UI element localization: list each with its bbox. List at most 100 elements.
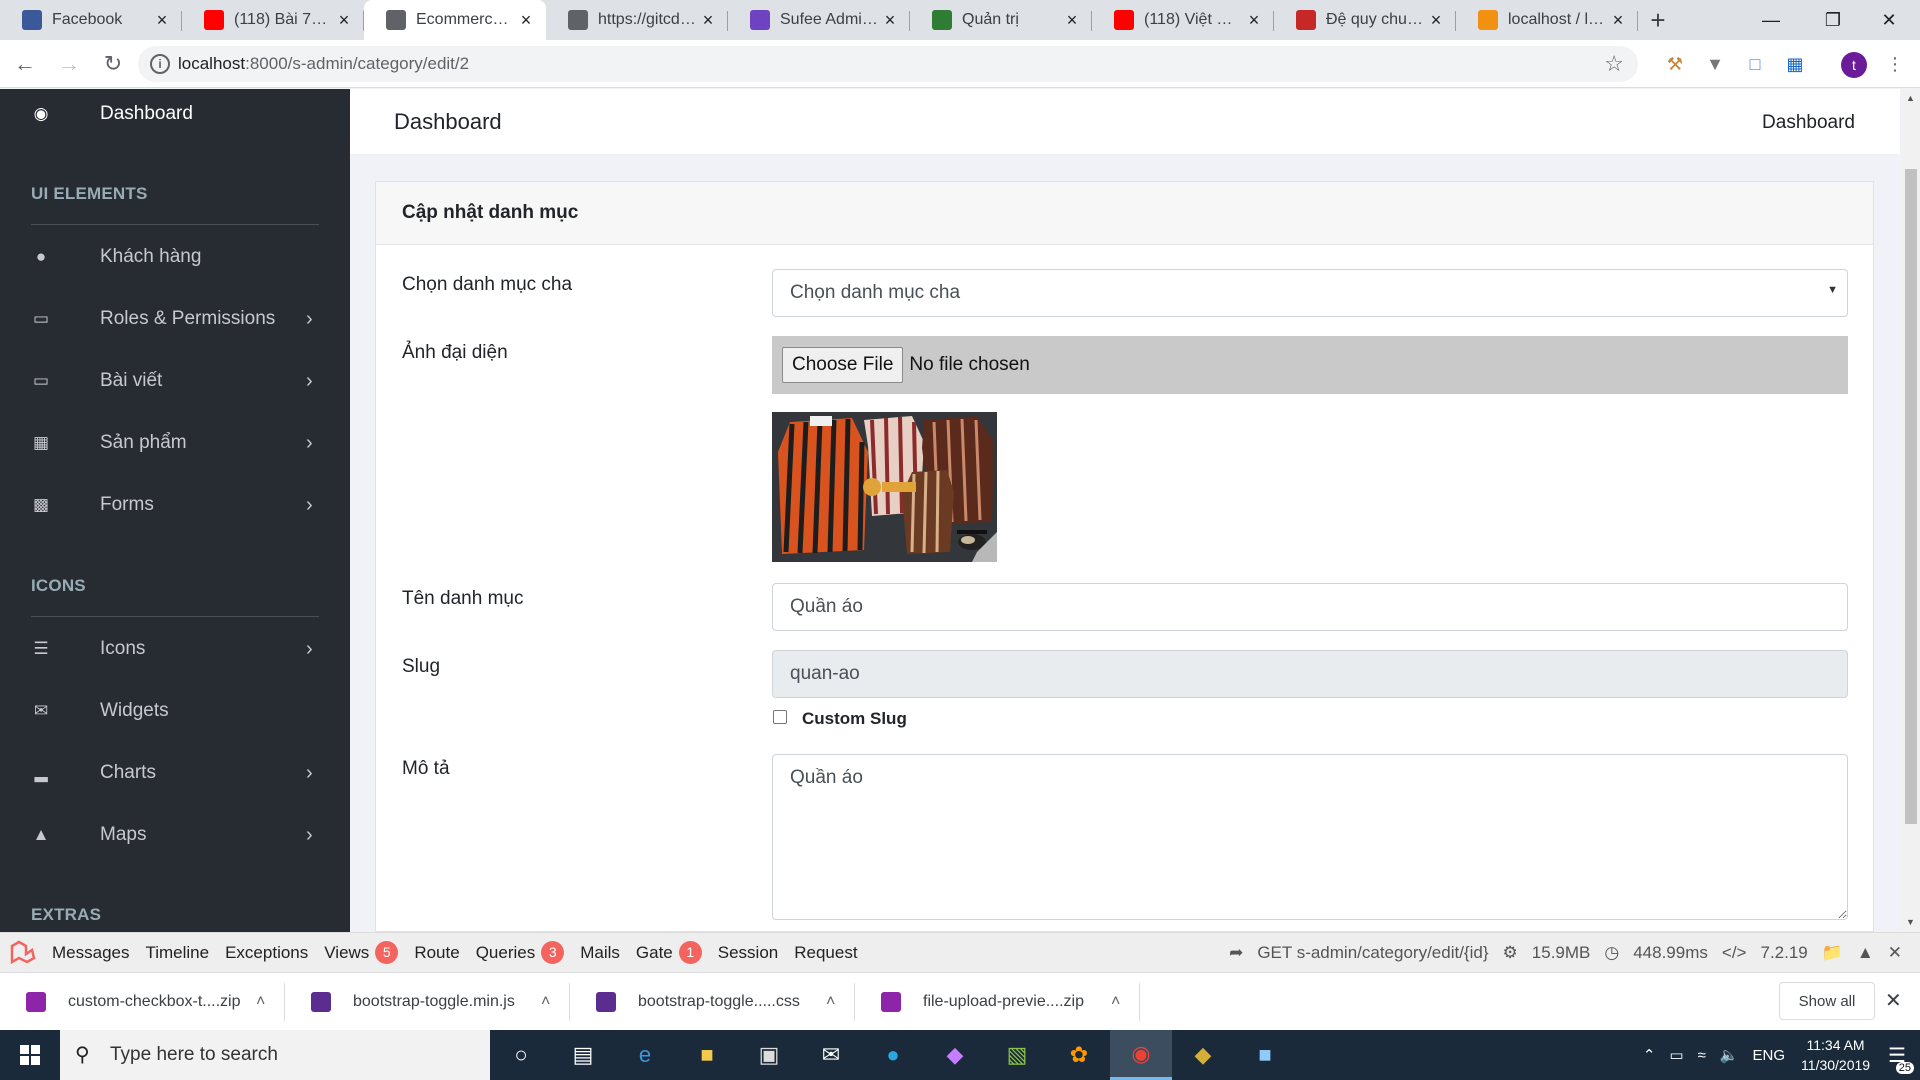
minimize-button[interactable]: — bbox=[1740, 0, 1802, 40]
debugbar-tab[interactable]: Messages bbox=[52, 943, 129, 963]
sidebar-item-khach-hang[interactable]: ● Khách hàng bbox=[0, 232, 350, 282]
volume-icon[interactable]: 🔈 bbox=[1720, 1046, 1739, 1064]
profile-avatar[interactable]: t bbox=[1841, 52, 1867, 78]
edge-icon[interactable]: e bbox=[614, 1030, 676, 1080]
league-icon[interactable]: ◆ bbox=[1172, 1030, 1234, 1080]
battery-icon[interactable]: ▭ bbox=[1669, 1046, 1683, 1064]
taskbar-search-input[interactable]: ⚲ Type here to search bbox=[60, 1030, 490, 1080]
close-tab-icon[interactable]: × bbox=[1608, 10, 1628, 31]
close-tab-icon[interactable]: × bbox=[516, 10, 536, 31]
slug-input[interactable]: quan-ao bbox=[772, 650, 1848, 698]
reload-icon[interactable]: ↻ bbox=[94, 45, 132, 83]
debugbar-tab[interactable]: Views 5 bbox=[324, 941, 399, 964]
folder-icon[interactable]: 📁 bbox=[1822, 943, 1843, 963]
debugbar-tab[interactable]: Request bbox=[794, 943, 857, 963]
debugbar-tab[interactable]: Mails bbox=[580, 943, 620, 963]
browser-tab[interactable]: localhost / loca × bbox=[1456, 0, 1638, 40]
browser-tab[interactable]: (118) Bài 70: Xâ× bbox=[182, 0, 364, 40]
scroll-up-icon[interactable]: ▲ bbox=[1906, 93, 1915, 103]
task-view-icon[interactable]: ▤ bbox=[552, 1030, 614, 1080]
sidebar-item-maps[interactable]: ▲ Maps › bbox=[0, 810, 350, 860]
chevron-up-icon[interactable]: ˄ bbox=[541, 993, 550, 1011]
store-icon[interactable]: ▣ bbox=[738, 1030, 800, 1080]
sidebar-item-san-pham[interactable]: ▦ Sản phẩm › bbox=[0, 418, 350, 468]
address-bar[interactable]: i localhost:8000/s-admin/category/edit/2… bbox=[138, 46, 1638, 82]
sublime-icon[interactable]: ▧ bbox=[986, 1030, 1048, 1080]
language-indicator[interactable]: ENG bbox=[1753, 1047, 1786, 1064]
close-window-button[interactable]: ✕ bbox=[1858, 0, 1920, 40]
phpstorm-icon[interactable]: ◆ bbox=[924, 1030, 986, 1080]
browser-tab[interactable]: Ecommerce-Be × bbox=[364, 0, 546, 40]
sidebar-item-dashboard[interactable]: ◉ Dashboard bbox=[0, 89, 350, 139]
browser-tab[interactable]: https://gitcdn.g × bbox=[546, 0, 728, 40]
scrollbar-thumb[interactable] bbox=[1905, 169, 1917, 824]
cortana-icon[interactable]: ○ bbox=[490, 1030, 552, 1080]
site-info-icon[interactable]: i bbox=[150, 54, 170, 74]
show-hidden-icons-icon[interactable]: ⌃ bbox=[1643, 1046, 1656, 1064]
debugbar-tab[interactable]: Timeline bbox=[145, 943, 209, 963]
debugbar-tab[interactable]: Route bbox=[414, 943, 459, 963]
app-orange-icon[interactable]: ✿ bbox=[1048, 1030, 1110, 1080]
show-all-button[interactable]: Show all bbox=[1779, 982, 1875, 1020]
custom-slug-checkbox[interactable] bbox=[773, 710, 787, 724]
app-light-blue-icon[interactable]: ■ bbox=[1234, 1030, 1296, 1080]
browser-tab[interactable]: Facebook × bbox=[0, 0, 182, 40]
download-item[interactable]: bootstrap-toggle.min.js ˄ bbox=[285, 973, 570, 1031]
close-tab-icon[interactable]: × bbox=[1244, 10, 1264, 31]
sidebar-item-icons[interactable]: ☰ Icons › bbox=[0, 624, 350, 674]
sidebar-item-bai-viet[interactable]: ▭ Bài viết › bbox=[0, 356, 350, 406]
close-tab-icon[interactable]: × bbox=[152, 10, 172, 31]
chevron-up-icon[interactable]: ˄ bbox=[1111, 993, 1120, 1011]
collapse-icon[interactable]: ▲ bbox=[1857, 943, 1874, 963]
wifi-icon[interactable]: ≈ bbox=[1698, 1047, 1706, 1064]
clock[interactable]: 11:34 AM 11/30/2019 bbox=[1801, 1035, 1870, 1075]
breadcrumb[interactable]: Dashboard bbox=[1762, 112, 1855, 134]
page-scrollbar[interactable]: ▲ ▼ bbox=[1902, 89, 1920, 932]
extension-vue-icon[interactable]: ▼ bbox=[1703, 52, 1727, 76]
close-tab-icon[interactable]: × bbox=[698, 10, 718, 31]
parent-category-select[interactable]: Chọn danh mục cha ▼ bbox=[772, 269, 1848, 317]
chevron-up-icon[interactable]: ˄ bbox=[826, 993, 835, 1011]
debugbar-logo-icon[interactable] bbox=[10, 940, 36, 966]
category-name-input[interactable]: Quần áo bbox=[772, 583, 1848, 631]
browser-tab[interactable]: Sufee Admin - ! × bbox=[728, 0, 910, 40]
sidebar-item-widgets[interactable]: ✉ Widgets bbox=[0, 686, 350, 736]
download-item[interactable]: file-upload-previe....zip ˄ bbox=[855, 973, 1140, 1031]
browser-tab[interactable]: (118) Việt Mix 2 × bbox=[1092, 0, 1274, 40]
image-file-input[interactable]: Choose File No file chosen bbox=[772, 336, 1848, 394]
choose-file-button[interactable]: Choose File bbox=[782, 347, 904, 383]
browser-tab[interactable]: Quản trị × bbox=[910, 0, 1092, 40]
close-icon[interactable]: ✕ bbox=[1888, 943, 1902, 963]
custom-slug-label[interactable]: Custom Slug bbox=[802, 709, 907, 729]
file-explorer-icon[interactable]: ■ bbox=[676, 1030, 738, 1080]
debugbar-tab[interactable]: Session bbox=[718, 943, 778, 963]
browser-menu-icon[interactable]: ⋮ bbox=[1883, 52, 1907, 76]
close-tab-icon[interactable]: × bbox=[880, 10, 900, 31]
debugbar-tab[interactable]: Queries 3 bbox=[476, 941, 565, 964]
extension-grid-icon[interactable]: ▦ bbox=[1783, 52, 1807, 76]
debugbar-tab[interactable]: Exceptions bbox=[225, 943, 308, 963]
bookmark-star-icon[interactable]: ☆ bbox=[1604, 51, 1624, 77]
browser-tab[interactable]: Đệ quy chuyên × bbox=[1274, 0, 1456, 40]
extension-hammer-icon[interactable]: ⚒ bbox=[1663, 52, 1687, 76]
maximize-button[interactable]: ❐ bbox=[1802, 0, 1864, 40]
download-item[interactable]: bootstrap-toggle.....css ˄ bbox=[570, 973, 855, 1031]
download-item[interactable]: custom-checkbox-t....zip ˄ bbox=[0, 973, 285, 1031]
chrome-icon[interactable]: ◉ bbox=[1110, 1030, 1172, 1080]
new-tab-button[interactable]: + bbox=[1638, 0, 1678, 40]
debugbar-tab[interactable]: Gate 1 bbox=[636, 941, 702, 964]
extension-translate-icon[interactable]: □ bbox=[1743, 52, 1767, 76]
notifications-icon[interactable]: ☰ 25 bbox=[1888, 1043, 1914, 1074]
back-icon[interactable]: ← bbox=[6, 45, 44, 83]
mail-icon[interactable]: ✉ bbox=[800, 1030, 862, 1080]
windows-start-icon[interactable] bbox=[0, 1030, 60, 1080]
sidebar-item-roles-permissions[interactable]: ▭ Roles & Permissions › bbox=[0, 294, 350, 344]
close-tab-icon[interactable]: × bbox=[334, 10, 354, 31]
app-blue-icon[interactable]: ● bbox=[862, 1030, 924, 1080]
description-textarea[interactable]: Quần áo bbox=[772, 754, 1848, 920]
sidebar-item-charts[interactable]: ▂ Charts › bbox=[0, 748, 350, 798]
sidebar-item-forms[interactable]: ▩ Forms › bbox=[0, 480, 350, 530]
scroll-down-icon[interactable]: ▼ bbox=[1906, 917, 1915, 927]
forward-icon[interactable]: → bbox=[50, 45, 88, 83]
close-icon[interactable]: ✕ bbox=[1885, 988, 1902, 1013]
